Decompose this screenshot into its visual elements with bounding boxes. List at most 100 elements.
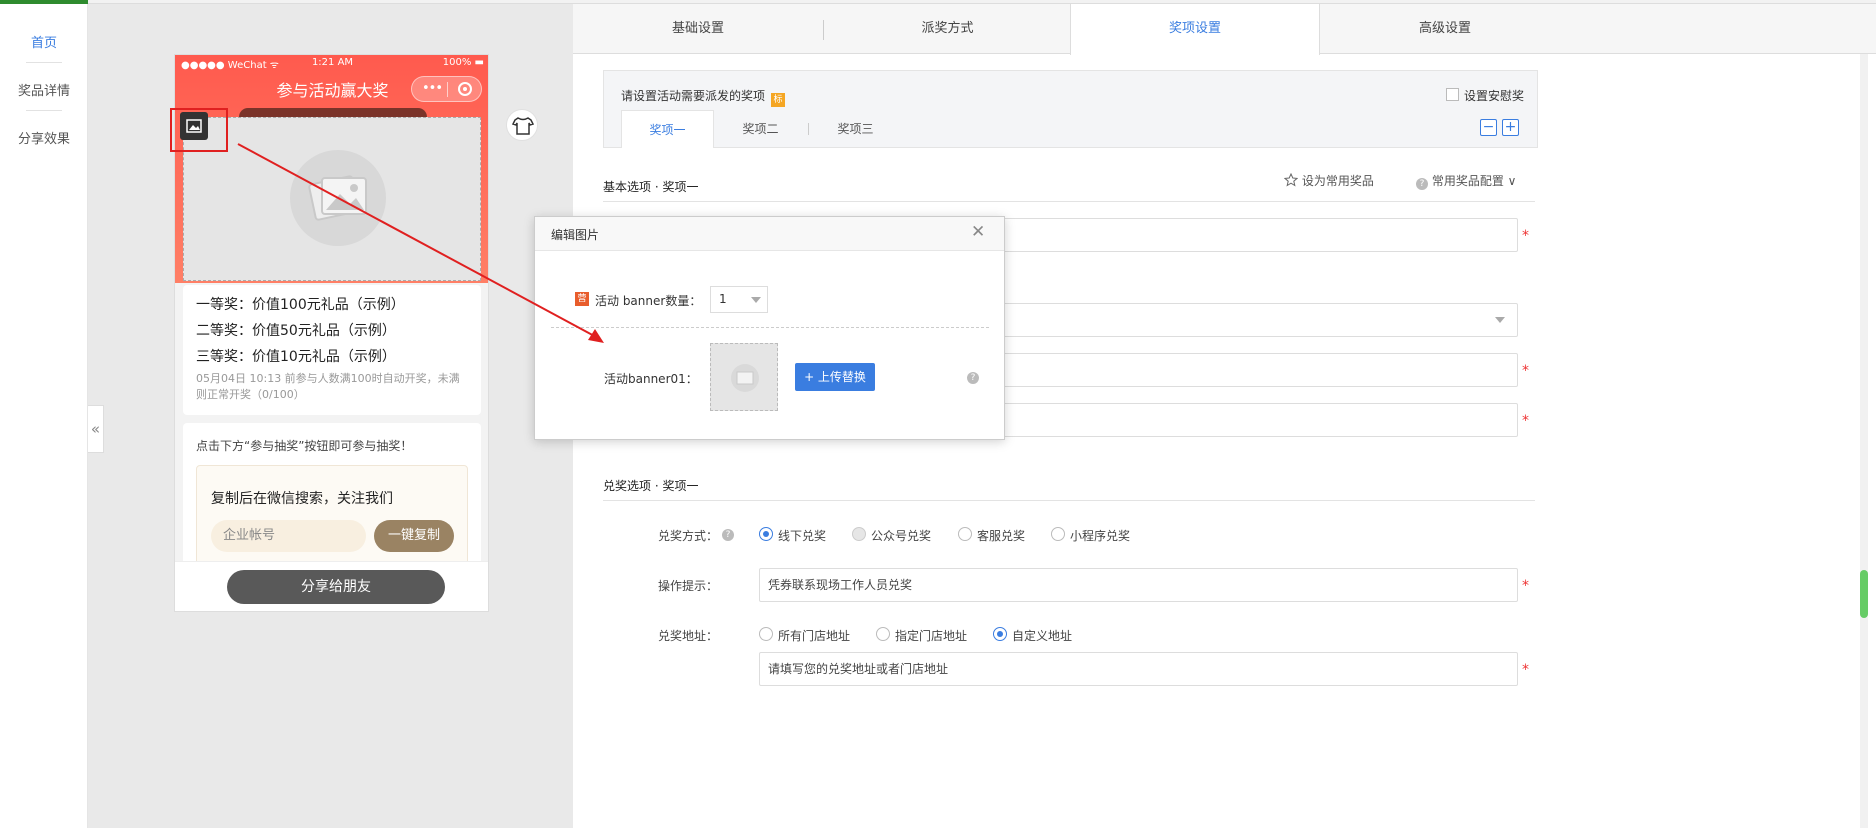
required-marker: * — [1522, 228, 1529, 244]
required-marker: * — [1522, 363, 1529, 379]
image-edit-icon[interactable] — [180, 112, 208, 140]
help-icon[interactable]: ? — [722, 529, 734, 541]
settings-tabs: 基础设置 派奖方式 奖项设置 高级设置 — [573, 4, 1876, 55]
dashed-divider — [551, 327, 989, 328]
radio-mini-program[interactable] — [1051, 527, 1065, 541]
prize-setup-text: 请设置活动需要派发的奖项 — [621, 89, 766, 103]
operation-hint-field[interactable]: 凭券联系现场工作人员兑奖 — [759, 568, 1518, 602]
radio-customer-service-label[interactable]: 客服兑奖 — [977, 527, 1025, 544]
nav-divider — [26, 62, 62, 63]
set-favorite-label: 设为常用奖品 — [1301, 174, 1374, 188]
share-bar: 分享给朋友 — [175, 561, 488, 611]
required-marker: * — [1522, 413, 1529, 429]
radio-offline[interactable] — [759, 527, 773, 541]
nav-item-prize-details[interactable]: 奖品详情 — [0, 80, 88, 99]
radio-customer-service[interactable] — [958, 527, 972, 541]
prize-list-card: 一等奖：价值100元礼品（示例） 二等奖：价值50元礼品（示例） 三等奖：价值1… — [183, 285, 481, 415]
tab-prize-settings[interactable]: 奖项设置 — [1070, 4, 1320, 55]
prize-third: 三等奖：价值10元礼品（示例） — [196, 349, 396, 365]
share-button[interactable]: 分享给朋友 — [227, 570, 445, 604]
selection-highlight — [170, 108, 228, 152]
copy-title: 复制后在微信搜索，关注我们 — [211, 491, 393, 507]
marketing-tag-icon: 营 — [575, 292, 589, 306]
follow-card: 点击下方“参与抽奖”按钮即可参与抽奖！ 复制后在微信搜索，关注我们 企业帐号 一… — [183, 423, 481, 573]
set-favorite-button[interactable]: 设为常用奖品 — [1283, 172, 1374, 189]
nav-divider — [26, 110, 62, 111]
tab-advanced-settings[interactable]: 高级设置 — [1320, 4, 1570, 54]
copy-button[interactable]: 一键复制 — [374, 520, 454, 552]
consolation-checkbox[interactable] — [1446, 88, 1459, 101]
collapse-button[interactable]: « — [88, 405, 104, 453]
nav-item-home[interactable]: 首页 — [0, 32, 88, 51]
basic-options-heading: 基本选项 · 奖项一 — [603, 180, 699, 194]
redeem-address-label: 兑奖地址： — [658, 629, 719, 643]
radio-official-account — [852, 527, 866, 541]
address-field[interactable]: 请填写您的兑奖地址或者门店地址 — [759, 652, 1518, 686]
theme-shirt-icon[interactable] — [506, 109, 538, 141]
copy-box: 复制后在微信搜索，关注我们 企业帐号 一键复制 — [196, 465, 468, 573]
banner-thumbnail — [710, 343, 778, 411]
required-marker: * — [1522, 578, 1529, 594]
radio-specified-store-label[interactable]: 指定门店地址 — [895, 627, 967, 644]
dialog-header: 编辑图片 ✕ — [535, 217, 1004, 251]
radio-custom-address[interactable] — [993, 627, 1007, 641]
image-placeholder-icon — [731, 364, 759, 392]
redeem-method-label: 兑奖方式： — [658, 529, 719, 543]
redeem-options-heading: 兑奖选项 · 奖项一 — [603, 479, 699, 493]
required-marker: * — [1522, 662, 1529, 678]
banner-count-label: 活动 banner数量： — [595, 294, 702, 308]
capsule-divider — [447, 82, 448, 97]
divider — [603, 201, 1535, 202]
tab-basic-settings[interactable]: 基础设置 — [573, 4, 823, 54]
radio-official-account-label: 公众号兑奖 — [871, 529, 932, 543]
operation-hint-label: 操作提示： — [658, 579, 719, 593]
close-mini-program-icon[interactable] — [458, 82, 472, 96]
app-window: 首页 奖品详情 分享效果 « ●●●●● WeChat ᯤ 1:21 AM 10… — [0, 0, 1876, 828]
help-icon[interactable]: ? — [967, 372, 979, 384]
remove-prize-button[interactable]: − — [1480, 119, 1497, 136]
prize-setup-box: 请设置活动需要派发的奖项标 设置安慰奖 奖项一 奖项二 奖项三 − + — [603, 70, 1538, 148]
tag-badge: 标 — [771, 93, 786, 107]
divider — [603, 500, 1535, 501]
more-icon[interactable]: ••• — [422, 81, 443, 96]
left-nav: 首页 奖品详情 分享效果 — [0, 4, 88, 828]
edit-image-dialog: 编辑图片 ✕ 营 活动 banner数量： 1 活动banner01： + 上传… — [534, 216, 1005, 440]
subtab-prize-3[interactable]: 奖项三 — [809, 110, 902, 148]
prize-first: 一等奖：价值100元礼品（示例） — [196, 297, 405, 313]
nav-item-share-effect[interactable]: 分享效果 — [0, 128, 88, 147]
draw-note: 05月04日 10:13 前参与人数满100时自动开奖，未满则正常开奖（0/10… — [196, 372, 460, 401]
dialog-title: 编辑图片 — [551, 228, 600, 242]
account-field: 企业帐号 — [211, 520, 366, 552]
banner-count-select[interactable]: 1 — [710, 286, 768, 313]
wechat-capsule[interactable]: ••• — [411, 76, 482, 102]
image-placeholder-icon — [290, 150, 386, 246]
star-icon — [1283, 172, 1299, 187]
participate-tip: 点击下方“参与抽奖”按钮即可参与抽奖！ — [196, 439, 413, 453]
tab-award-method[interactable]: 派奖方式 — [824, 4, 1071, 54]
consolation-label[interactable]: 设置安慰奖 — [1464, 87, 1524, 104]
radio-all-stores-label[interactable]: 所有门店地址 — [778, 627, 850, 644]
favorite-config-label: 常用奖品配置 ∨ — [1431, 174, 1517, 188]
subtab-prize-2[interactable]: 奖项二 — [714, 110, 807, 148]
prize-second: 二等奖：价值50元礼品（示例） — [196, 323, 396, 339]
radio-offline-label[interactable]: 线下兑奖 — [778, 527, 826, 544]
close-icon[interactable]: ✕ — [971, 222, 985, 242]
status-battery: 100% ▬ — [442, 57, 484, 68]
radio-custom-address-label[interactable]: 自定义地址 — [1012, 627, 1072, 644]
favorite-config-dropdown[interactable]: ? 常用奖品配置 ∨ — [1416, 172, 1516, 190]
banner-count-value: 1 — [719, 292, 727, 306]
scrollbar-thumb[interactable] — [1860, 570, 1868, 618]
radio-mini-program-label[interactable]: 小程序兑奖 — [1070, 527, 1130, 544]
help-icon: ? — [1416, 178, 1428, 190]
subtab-prize-1[interactable]: 奖项一 — [621, 110, 714, 148]
radio-specified-store[interactable] — [876, 627, 890, 641]
radio-all-stores[interactable] — [759, 627, 773, 641]
add-prize-button[interactable]: + — [1502, 119, 1519, 136]
chevron-down-icon — [1495, 317, 1505, 323]
chevron-down-icon — [751, 297, 761, 303]
upload-replace-button[interactable]: + 上传替换 — [795, 363, 875, 391]
banner-01-label: 活动banner01： — [604, 372, 698, 386]
scrollbar-track[interactable] — [1860, 54, 1868, 828]
prize-setup-title: 请设置活动需要派发的奖项标 — [621, 87, 786, 107]
status-bar: ●●●●● WeChat ᯤ 1:21 AM 100% ▬ — [175, 55, 488, 71]
